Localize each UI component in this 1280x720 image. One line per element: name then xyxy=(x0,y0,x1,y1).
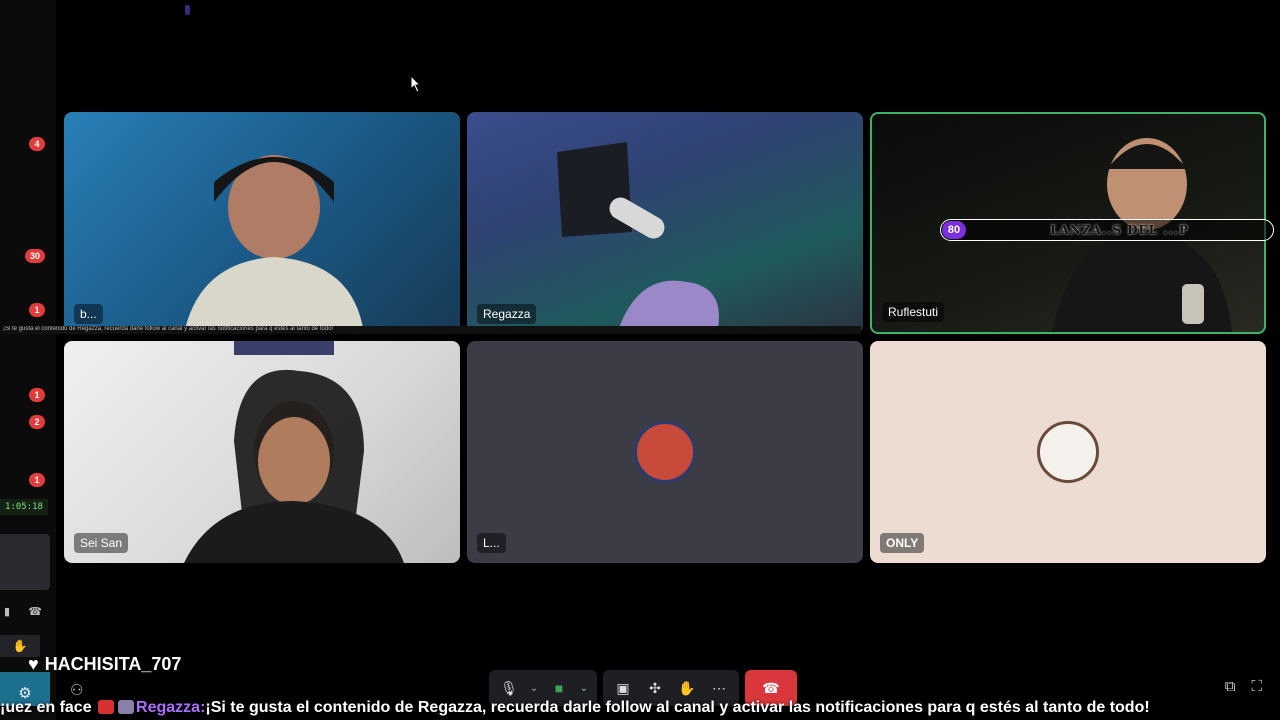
call-timer: 1:05:18 xyxy=(0,499,48,515)
notification-badge: 4 xyxy=(29,137,45,151)
chat-ticker: ¡uez en face Regazza:¡Si te gusta el con… xyxy=(0,697,1280,720)
video-tile[interactable]: Regazza xyxy=(467,112,863,334)
camera-emote-icon xyxy=(98,700,115,714)
top-indicator xyxy=(185,5,190,15)
signal-icon[interactable]: ▮ xyxy=(4,605,10,618)
participant-video xyxy=(184,155,364,334)
goal-text: LANZA..S DEL ...P xyxy=(1050,223,1189,237)
user-emote-icon xyxy=(118,700,135,714)
stream-goal-banner: 80 LANZA..S DEL ...P xyxy=(940,219,1274,241)
ticker-username: Regazza: xyxy=(136,699,206,716)
goal-count: 80 xyxy=(942,221,966,239)
ticker-prefix: ¡uez en face xyxy=(0,699,92,716)
follower-alert: ♥ HACHISITA_707 xyxy=(28,654,181,675)
notification-badge: 2 xyxy=(29,415,45,429)
participant-avatar xyxy=(634,421,696,483)
hang-up-icon: ☎ xyxy=(762,679,780,696)
participant-name: ONLY xyxy=(880,533,925,553)
overlay-strip-text: ¡Si te gusta el contenido de Regazza, re… xyxy=(3,326,334,332)
participant-name: L... xyxy=(477,533,506,553)
pop-out-icon[interactable]: ⧉ xyxy=(1225,678,1236,695)
notification-badge: 1 xyxy=(29,388,45,402)
avatar-tile[interactable]: ONLY xyxy=(870,341,1266,563)
video-tile[interactable]: b... xyxy=(64,112,460,334)
fullscreen-icon[interactable]: ⛶ xyxy=(1251,678,1262,695)
notification-badge: 1 xyxy=(29,473,45,487)
heart-icon: ♥ xyxy=(28,654,39,674)
notification-badge: 30 xyxy=(25,249,45,263)
voice-status-panel xyxy=(0,534,50,590)
video-tile[interactable]: Sei San xyxy=(64,341,460,563)
voice-controls-row: ▮ ☎ xyxy=(0,600,46,622)
participant-video xyxy=(184,341,404,563)
left-sidebar: 4 30 1 1 2 1 1:05:18 ▮ ☎ ✋ ⚙ xyxy=(0,0,56,720)
stream-overlay-strip: ¡Si te gusta el contenido de Regazza, re… xyxy=(3,326,861,334)
ticker-message: ¡Si te gusta el contenido de Regazza, re… xyxy=(205,699,1150,716)
participant-name: Sei San xyxy=(74,533,129,553)
follower-name: HACHISITA_707 xyxy=(44,654,182,674)
participant-name: b... xyxy=(74,304,103,324)
avatar-tile[interactable]: L... xyxy=(467,341,863,563)
disconnect-icon[interactable]: ☎ xyxy=(28,605,42,618)
participant-name: Regazza xyxy=(477,304,537,324)
notification-badge: 1 xyxy=(29,303,45,317)
participant-avatar xyxy=(1037,421,1099,483)
window-controls: ⧉ ⛶ xyxy=(1225,678,1262,695)
participant-name: Ruflestuti xyxy=(882,302,945,322)
participant-video xyxy=(557,142,719,334)
mouse-cursor-icon xyxy=(410,75,422,93)
